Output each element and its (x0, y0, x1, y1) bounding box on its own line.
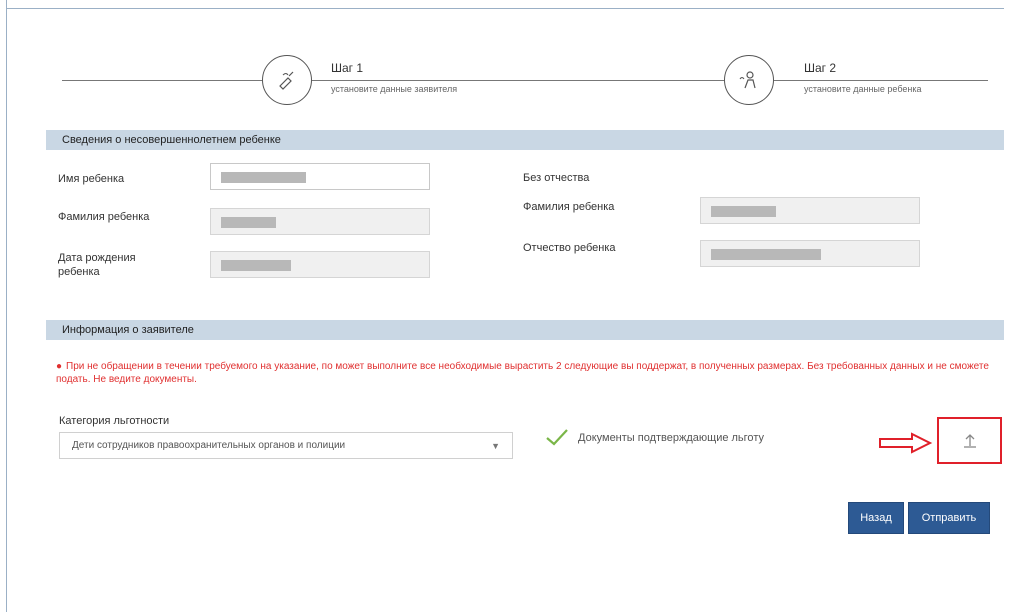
child-birthdate-input[interactable] (210, 251, 430, 278)
page-frame-top (6, 8, 1004, 9)
stepper-line (312, 80, 724, 81)
arrow-right-icon (879, 432, 933, 454)
no-patronymic-checkbox-label[interactable]: Без отчества (523, 171, 589, 185)
hand-pen-icon (279, 71, 294, 90)
child-patronymic-label: Отчество ребенка (523, 242, 616, 254)
child-surname-right-label: Фамилия ребенка (523, 201, 615, 213)
page-frame-left (6, 0, 7, 612)
child-surname-right-input[interactable] (700, 197, 920, 224)
category-select[interactable]: Дети сотрудников правоохранительных орга… (59, 432, 513, 459)
stepper-line (774, 80, 988, 81)
upload-document-button[interactable] (937, 417, 1002, 464)
step-2-title: Шаг 2 (804, 61, 837, 75)
warning-circle-icon: ● (56, 361, 63, 372)
category-label: Категория льготности (59, 415, 170, 427)
input-value-redacted (221, 217, 276, 228)
child-birthdate-label: Дата рождения ребенка (58, 252, 136, 278)
child-surname-label: Фамилия ребенка (58, 211, 150, 223)
checkmark-icon (546, 429, 568, 446)
error-message-text: При не обращении в течении требуемого на… (56, 361, 989, 385)
child-name-input[interactable] (210, 163, 430, 190)
error-message: ● При не обращении в течении требуемого н… (56, 360, 996, 386)
child-name-label: Имя ребенка (58, 173, 125, 185)
child-surname-input[interactable] (210, 208, 430, 235)
chevron-down-icon: ▼ (491, 441, 500, 451)
step-1-title: Шаг 1 (331, 61, 364, 75)
child-patronymic-input[interactable] (700, 240, 920, 267)
back-button[interactable]: Назад (848, 502, 904, 534)
step-2-subtitle: установите данные ребенка (804, 84, 922, 94)
step-2-circle[interactable] (724, 55, 774, 105)
applicant-section-header: Информация о заявителе (46, 320, 1004, 340)
submit-button[interactable]: Отправить (908, 502, 990, 534)
step-1-subtitle: установите данные заявителя (331, 84, 458, 94)
documents-confirmation-text: Документы подтверждающие льготу (578, 432, 764, 444)
category-select-value: Дети сотрудников правоохранительных орга… (72, 440, 346, 451)
step-1-circle[interactable] (262, 55, 312, 105)
child-icon (739, 71, 756, 89)
input-value-redacted (221, 172, 306, 183)
input-value-redacted (711, 249, 821, 260)
upload-icon (963, 433, 976, 448)
stepper-line (62, 80, 262, 81)
child-section-header: Сведения о несовершеннолетнем ребенке (46, 130, 1004, 150)
input-value-redacted (221, 260, 291, 271)
input-value-redacted (711, 206, 776, 217)
